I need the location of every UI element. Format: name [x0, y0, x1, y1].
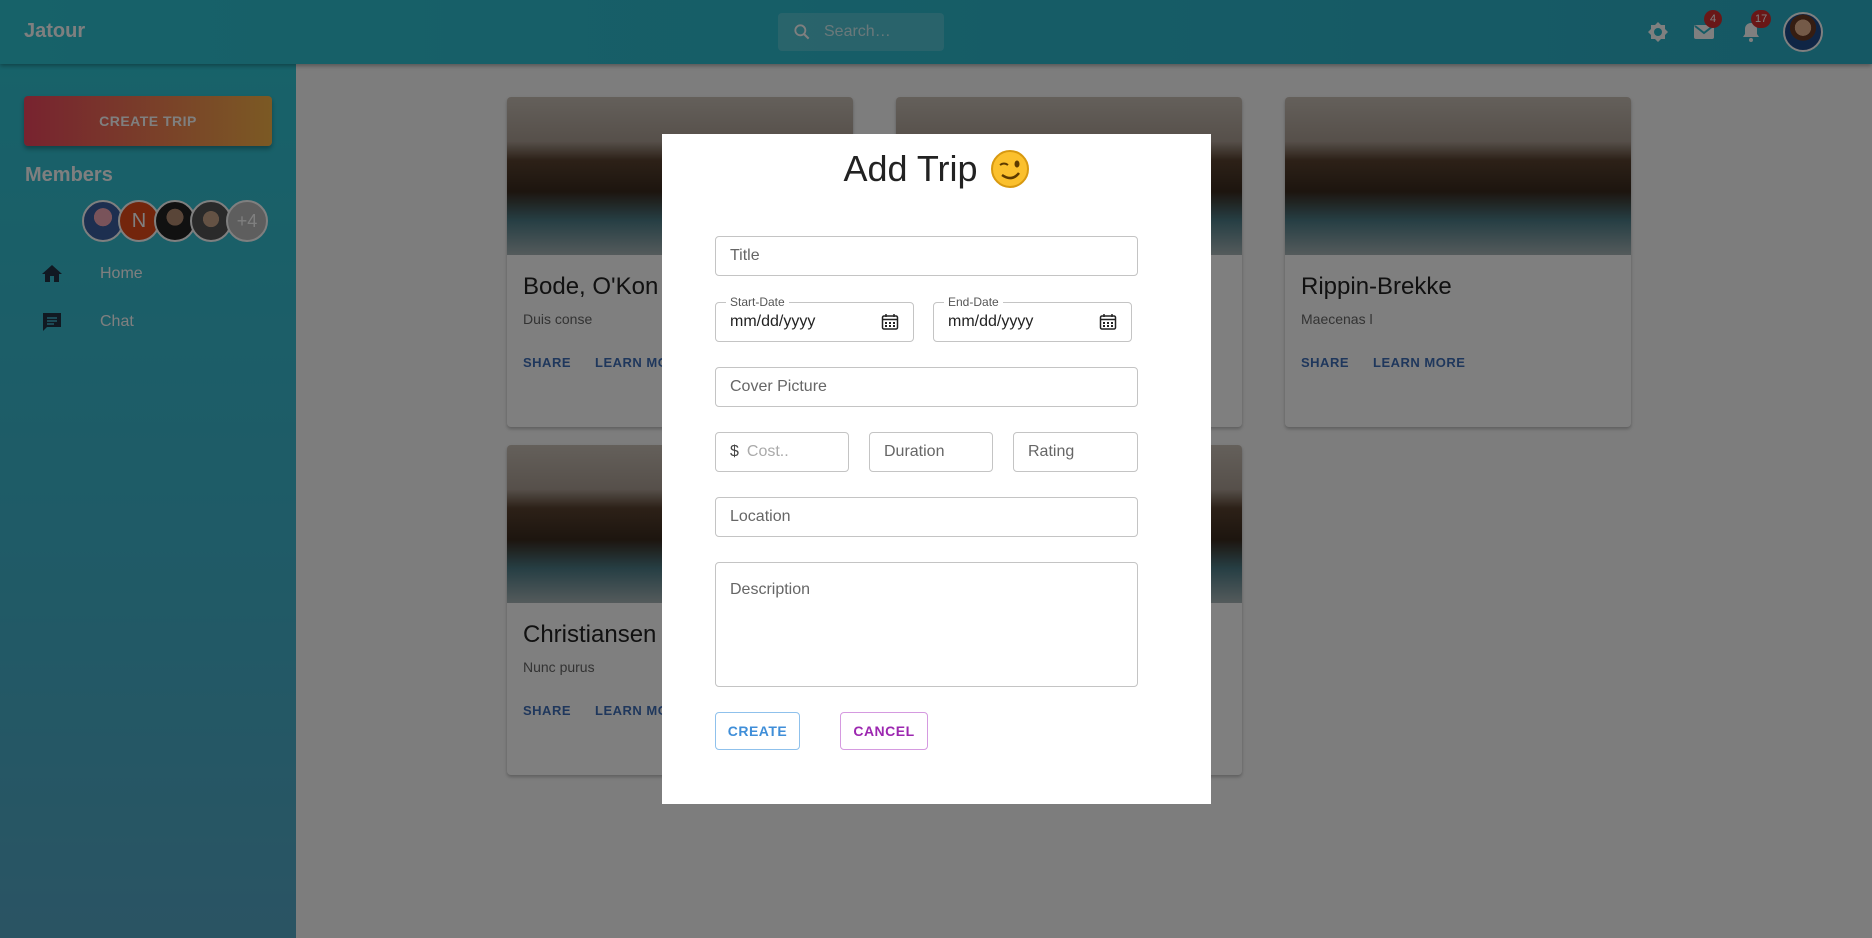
description-textarea[interactable]: Description [715, 562, 1138, 687]
duration-placeholder: Duration [884, 443, 945, 460]
description-placeholder: Description [730, 581, 811, 598]
cost-input[interactable]: $ Cost.. [715, 432, 849, 472]
end-date-label: End-Date [944, 295, 1003, 309]
rating-placeholder: Rating [1028, 443, 1075, 460]
currency-symbol: $ [730, 443, 739, 460]
start-date-label: Start-Date [726, 295, 789, 309]
end-date-value: mm/dd/yyyy [948, 313, 1034, 330]
cost-placeholder: Cost.. [746, 443, 789, 460]
end-date-input[interactable]: End-Date mm/dd/yyyy [933, 295, 1132, 342]
title-input[interactable]: Title [715, 236, 1138, 276]
create-button[interactable]: CREATE [715, 712, 800, 750]
start-date-input[interactable]: Start-Date mm/dd/yyyy [715, 295, 914, 342]
add-trip-dialog: Add Trip Title Start-Date mm/dd/yyyy End… [662, 134, 1211, 804]
duration-input[interactable]: Duration [869, 432, 993, 472]
dialog-title-text: Add Trip [843, 148, 978, 189]
location-placeholder: Location [730, 508, 791, 525]
cover-picture-input[interactable]: Cover Picture [715, 367, 1138, 407]
title-placeholder: Title [730, 247, 760, 264]
dialog-title: Add Trip [662, 148, 1211, 190]
winking-face-icon [990, 150, 1029, 188]
start-date-value: mm/dd/yyyy [730, 313, 816, 330]
rating-input[interactable]: Rating [1013, 432, 1138, 472]
location-input[interactable]: Location [715, 497, 1138, 537]
cancel-button[interactable]: CANCEL [840, 712, 928, 750]
calendar-icon[interactable] [1099, 313, 1117, 331]
calendar-icon[interactable] [881, 313, 899, 331]
cover-picture-placeholder: Cover Picture [730, 378, 827, 395]
